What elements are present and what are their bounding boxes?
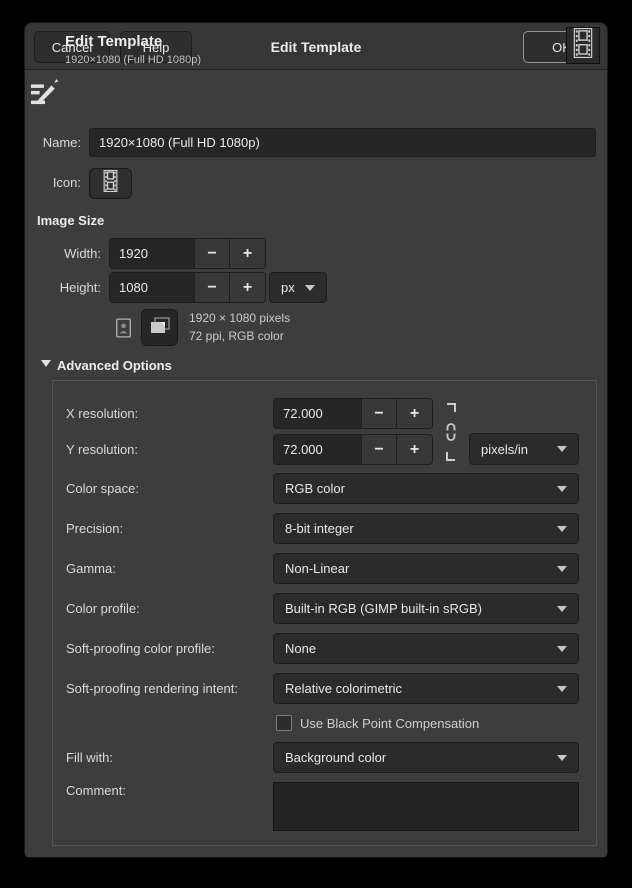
size-summary-line1: 1920 × 1080 pixels <box>189 309 290 327</box>
fill-with-label: Fill with: <box>66 742 113 773</box>
height-input[interactable] <box>110 273 195 302</box>
edit-template-icon <box>29 77 61 107</box>
chevron-down-icon <box>557 446 567 452</box>
comment-textarea[interactable] <box>273 782 579 831</box>
chevron-down-icon <box>557 526 567 532</box>
chevron-down-icon <box>557 606 567 612</box>
soft-proofing-intent-value: Relative colorimetric <box>285 681 557 696</box>
precision-dropdown[interactable]: 8-bit integer <box>273 513 579 544</box>
y-resolution-increase-button[interactable]: + <box>397 435 432 464</box>
color-space-dropdown[interactable]: RGB color <box>273 473 579 504</box>
chevron-down-icon <box>305 285 315 291</box>
x-resolution-input[interactable] <box>274 399 362 428</box>
template-preview-icon-box <box>566 27 600 64</box>
edit-template-dialog: Cancel Help Edit Template OK Edit Templa… <box>24 22 608 858</box>
x-resolution-decrease-button[interactable]: − <box>362 399 397 428</box>
chain-icon[interactable] <box>442 403 460 461</box>
y-resolution-input[interactable] <box>274 435 362 464</box>
y-resolution-spinner: − + <box>273 434 433 465</box>
resolution-unit-dropdown[interactable]: pixels/in <box>469 433 579 465</box>
landscape-icon <box>150 317 170 339</box>
soft-proofing-profile-label: Soft-proofing color profile: <box>66 633 215 664</box>
soft-proofing-profile-dropdown[interactable]: None <box>273 633 579 664</box>
image-size-section-title: Image Size <box>37 213 104 228</box>
color-space-label: Color space: <box>66 473 139 504</box>
name-label: Name: <box>25 128 81 157</box>
gamma-dropdown[interactable]: Non-Linear <box>273 553 579 584</box>
resolution-unit-value: pixels/in <box>481 442 557 457</box>
size-unit-value: px <box>281 280 305 295</box>
y-resolution-label: Y resolution: <box>66 434 138 465</box>
color-profile-label: Color profile: <box>66 593 140 624</box>
width-input[interactable] <box>110 239 195 268</box>
black-point-checkbox-label[interactable]: Use Black Point Compensation <box>300 715 479 732</box>
landscape-button[interactable] <box>141 309 178 346</box>
soft-proofing-profile-value: None <box>285 641 557 656</box>
icon-label: Icon: <box>25 168 81 198</box>
gamma-label: Gamma: <box>66 553 116 584</box>
size-summary-line2: 72 ppi, RGB color <box>189 327 290 345</box>
chevron-down-icon <box>557 566 567 572</box>
advanced-options-expander[interactable]: Advanced Options <box>57 358 172 373</box>
portrait-icon[interactable] <box>113 315 133 341</box>
x-resolution-increase-button[interactable]: + <box>397 399 432 428</box>
fill-with-value: Background color <box>285 750 557 765</box>
width-spinner: − + <box>109 238 266 269</box>
width-label: Width: <box>25 238 101 269</box>
name-input[interactable] <box>89 128 596 157</box>
soft-proofing-intent-dropdown[interactable]: Relative colorimetric <box>273 673 579 704</box>
size-summary: 1920 × 1080 pixels 72 ppi, RGB color <box>189 309 290 345</box>
color-profile-value: Built-in RGB (GIMP built-in sRGB) <box>285 601 557 616</box>
x-resolution-spinner: − + <box>273 398 433 429</box>
color-profile-dropdown[interactable]: Built-in RGB (GIMP built-in sRGB) <box>273 593 579 624</box>
height-spinner: − + <box>109 272 266 303</box>
width-decrease-button[interactable]: − <box>195 239 230 268</box>
expander-arrow-icon[interactable] <box>41 360 51 367</box>
comment-label: Comment: <box>66 783 126 798</box>
dialog-header-subtitle: 1920×1080 (Full HD 1080p) <box>65 54 201 66</box>
height-label: Height: <box>25 272 101 303</box>
precision-value: 8-bit integer <box>285 521 557 536</box>
chevron-down-icon <box>557 755 567 761</box>
height-increase-button[interactable]: + <box>230 273 265 302</box>
chevron-down-icon <box>557 646 567 652</box>
fill-with-dropdown[interactable]: Background color <box>273 742 579 773</box>
dialog-header-title: Edit Template <box>65 33 162 50</box>
height-decrease-button[interactable]: − <box>195 273 230 302</box>
black-point-checkbox[interactable] <box>276 715 292 731</box>
color-space-value: RGB color <box>285 481 557 496</box>
width-increase-button[interactable]: + <box>230 239 265 268</box>
size-unit-dropdown[interactable]: px <box>269 272 327 303</box>
y-resolution-decrease-button[interactable]: − <box>362 435 397 464</box>
template-icon-button[interactable] <box>89 168 132 199</box>
chevron-down-icon <box>557 686 567 692</box>
chevron-down-icon <box>557 486 567 492</box>
film-icon <box>571 28 595 63</box>
soft-proofing-intent-label: Soft-proofing rendering intent: <box>66 673 238 704</box>
gamma-value: Non-Linear <box>285 561 557 576</box>
x-resolution-label: X resolution: <box>66 398 138 429</box>
film-icon <box>102 170 119 197</box>
precision-label: Precision: <box>66 513 123 544</box>
